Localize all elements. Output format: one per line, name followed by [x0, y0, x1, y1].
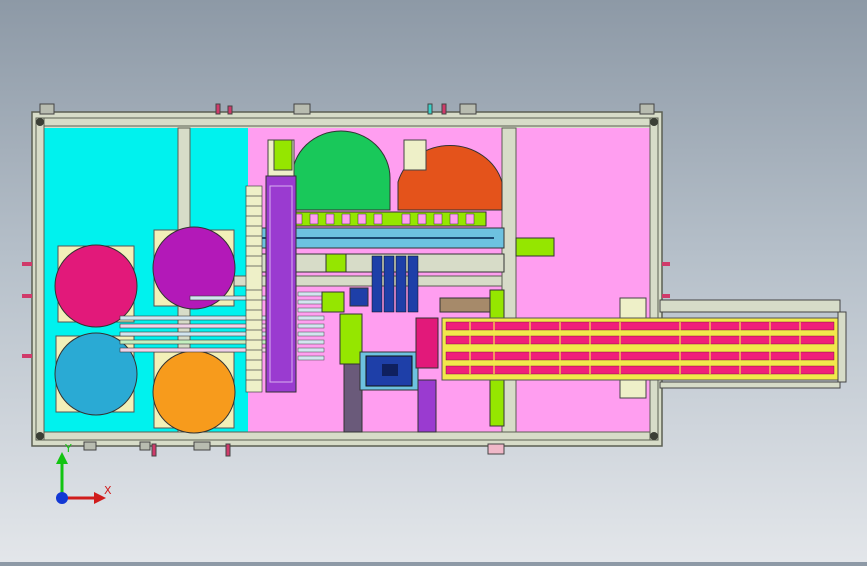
conveyor-end-cap	[837, 311, 847, 383]
lime-clamp-b	[325, 253, 347, 273]
support-leg-left	[343, 363, 363, 433]
coordinate-triad-icon: X Y	[56, 442, 112, 504]
lime-motor	[515, 237, 555, 257]
navy-block-small	[349, 287, 369, 307]
brown-plate	[439, 297, 491, 313]
lime-block-top	[273, 139, 293, 171]
top-rail	[35, 117, 657, 127]
y-axis-label: Y	[64, 442, 72, 455]
z-axis-origin	[56, 492, 68, 504]
reel-blue	[54, 332, 138, 416]
cad-viewport[interactable]	[0, 0, 867, 562]
bottom-rail	[35, 431, 657, 441]
reel-magenta	[54, 244, 138, 328]
lime-clamp-a	[321, 291, 345, 313]
support-leg-right	[417, 379, 437, 433]
top-bracket-right	[403, 139, 427, 171]
magenta-block	[415, 317, 439, 369]
cross-beam	[189, 275, 503, 287]
comb-pins	[297, 291, 325, 361]
conveyor-side-rail-top	[659, 299, 841, 313]
left-chain	[245, 185, 263, 393]
housing-window	[382, 364, 398, 376]
machine-assembly-drawing	[22, 103, 847, 457]
reel-yellow	[152, 350, 236, 434]
right-rail	[649, 117, 659, 441]
conveyor-side-rail-bottom	[659, 381, 841, 389]
x-axis-label: X	[104, 484, 112, 497]
lime-slide	[339, 313, 363, 365]
left-rail	[35, 117, 45, 441]
